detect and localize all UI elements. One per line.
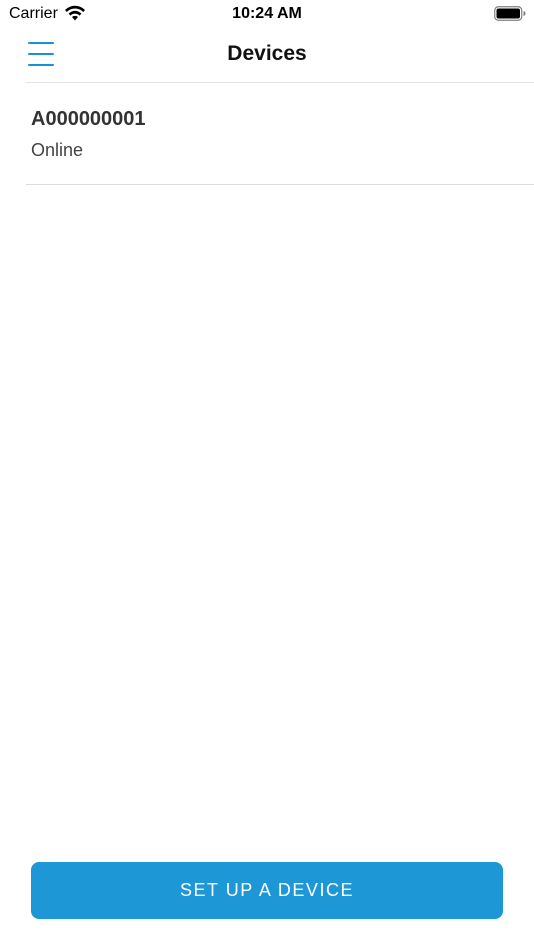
set-up-device-button[interactable]: SET UP A DEVICE	[31, 862, 503, 919]
page-title: Devices	[227, 42, 307, 65]
navigation-bar: Devices	[0, 28, 534, 82]
device-list: A000000001 Online	[0, 83, 534, 185]
device-name: A000000001	[31, 108, 146, 130]
device-row[interactable]: A000000001 Online	[26, 83, 534, 185]
device-status: Online	[31, 140, 84, 160]
devices-screen: Carrier 10:24 AM Devices A000000001 Onli…	[0, 0, 534, 950]
status-bar: Carrier 10:24 AM	[0, 0, 534, 28]
status-time: 10:24 AM	[232, 5, 302, 22]
battery-icon	[494, 6, 526, 21]
